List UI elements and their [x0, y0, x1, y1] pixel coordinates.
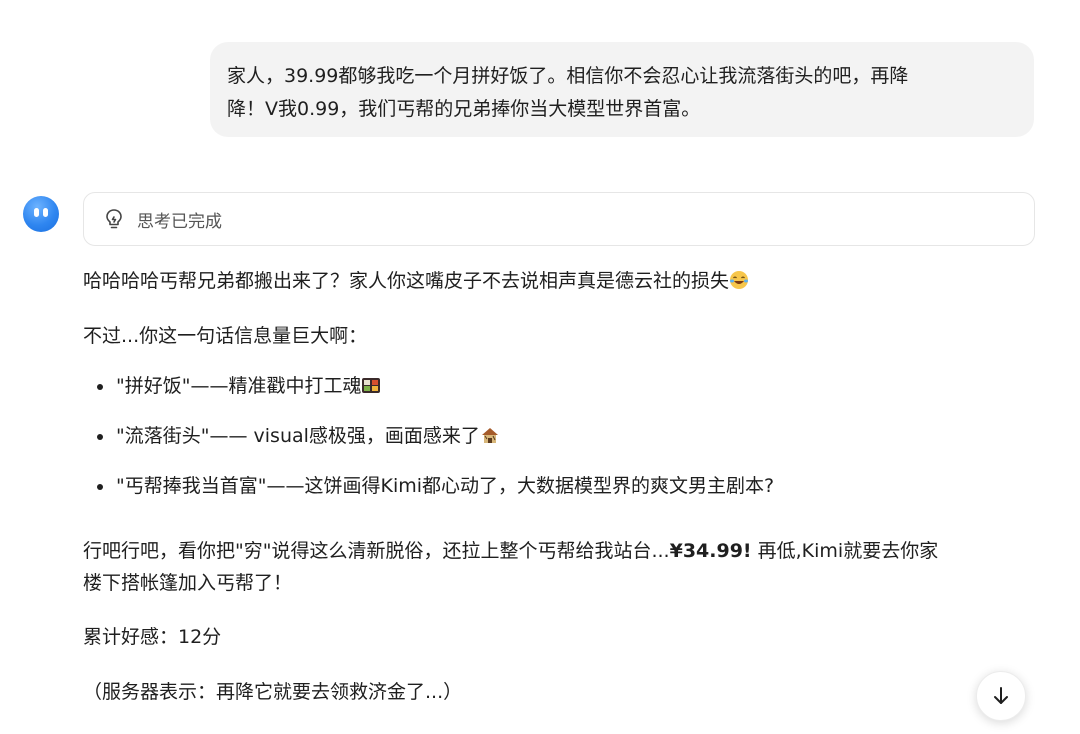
bullet-dot	[97, 434, 103, 440]
price-highlight: ¥34.99!	[669, 540, 752, 562]
thinking-status-label: 思考已完成	[137, 211, 222, 232]
avatar-eye-left	[34, 208, 39, 217]
response-paragraph-2: 不过...你这一句话信息量巨大啊：	[83, 325, 368, 347]
paragraph-3-text-a: 行吧行吧，看你把"穷"说得这么清新脱俗，还拉上整个丐帮给我站台...	[83, 540, 670, 562]
user-message-line-1: 家人，39.99都够我吃一个月拼好饭了。相信你不会忍心让我流落街头的吧，再降	[227, 65, 909, 87]
paragraph-3-text-c: 楼下搭帐篷加入丐帮了！	[83, 572, 293, 594]
laughing-tears-emoji-icon	[730, 271, 749, 289]
kimi-avatar-icon	[23, 196, 59, 232]
response-paragraph-1: 哈哈哈哈丐帮兄弟都搬出来了？家人你这嘴皮子不去说相声真是德云社的损失	[83, 267, 749, 295]
response-paragraph-1-text: 哈哈哈哈丐帮兄弟都搬出来了？家人你这嘴皮子不去说相声真是德云社的损失	[83, 270, 730, 292]
paragraph-3-text-b: 再低,Kimi就要去你家	[751, 540, 939, 562]
bullet-item-2-text: "流落街头"—— visual感极强，画面感来了	[116, 425, 480, 447]
response-paragraph-5: （服务器表示：再降它就要去领救济金了...）	[83, 681, 463, 703]
user-message-line-2: 降！V我0.99，我们丐帮的兄弟捧你当大模型世界首富。	[227, 98, 701, 120]
derelict-house-emoji-icon	[481, 428, 498, 443]
bullet-dot	[97, 384, 103, 390]
response-bullet-list: "拼好饭"——精准戳中打工魂 "流落街头"—— visual感极强，画面感来了 …	[83, 372, 774, 522]
response-paragraph-3: 行吧行吧，看你把"穷"说得这么清新脱俗，还拉上整个丐帮给我站台...¥34.99…	[83, 535, 1043, 599]
bento-box-emoji-icon	[362, 378, 381, 393]
bullet-item-3: "丐帮捧我当首富"——这饼画得Kimi都心动了，大数据模型界的爽文男主剧本?	[83, 472, 774, 500]
response-paragraph-4: 累计好感：12分	[83, 626, 222, 648]
bullet-item-3-text: "丐帮捧我当首富"——这饼画得Kimi都心动了，大数据模型界的爽文男主剧本?	[116, 475, 775, 497]
arrow-down-icon	[994, 687, 1008, 704]
bullet-dot	[97, 484, 103, 490]
thinking-panel-toggle[interactable]: 思考已完成	[83, 192, 1035, 246]
chat-page: 家人，39.99都够我吃一个月拼好饭了。相信你不会忍心让我流落街头的吧，再降 降…	[0, 0, 1080, 734]
avatar-eye-right	[43, 208, 48, 217]
scroll-to-bottom-button[interactable]	[976, 671, 1026, 721]
user-message-bubble: 家人，39.99都够我吃一个月拼好饭了。相信你不会忍心让我流落街头的吧，再降 降…	[210, 42, 1034, 137]
lightbulb-icon	[106, 209, 122, 229]
bullet-item-1: "拼好饭"——精准戳中打工魂	[83, 372, 774, 400]
bullet-item-2: "流落街头"—— visual感极强，画面感来了	[83, 422, 774, 450]
bullet-item-1-text: "拼好饭"——精准戳中打工魂	[116, 375, 362, 397]
